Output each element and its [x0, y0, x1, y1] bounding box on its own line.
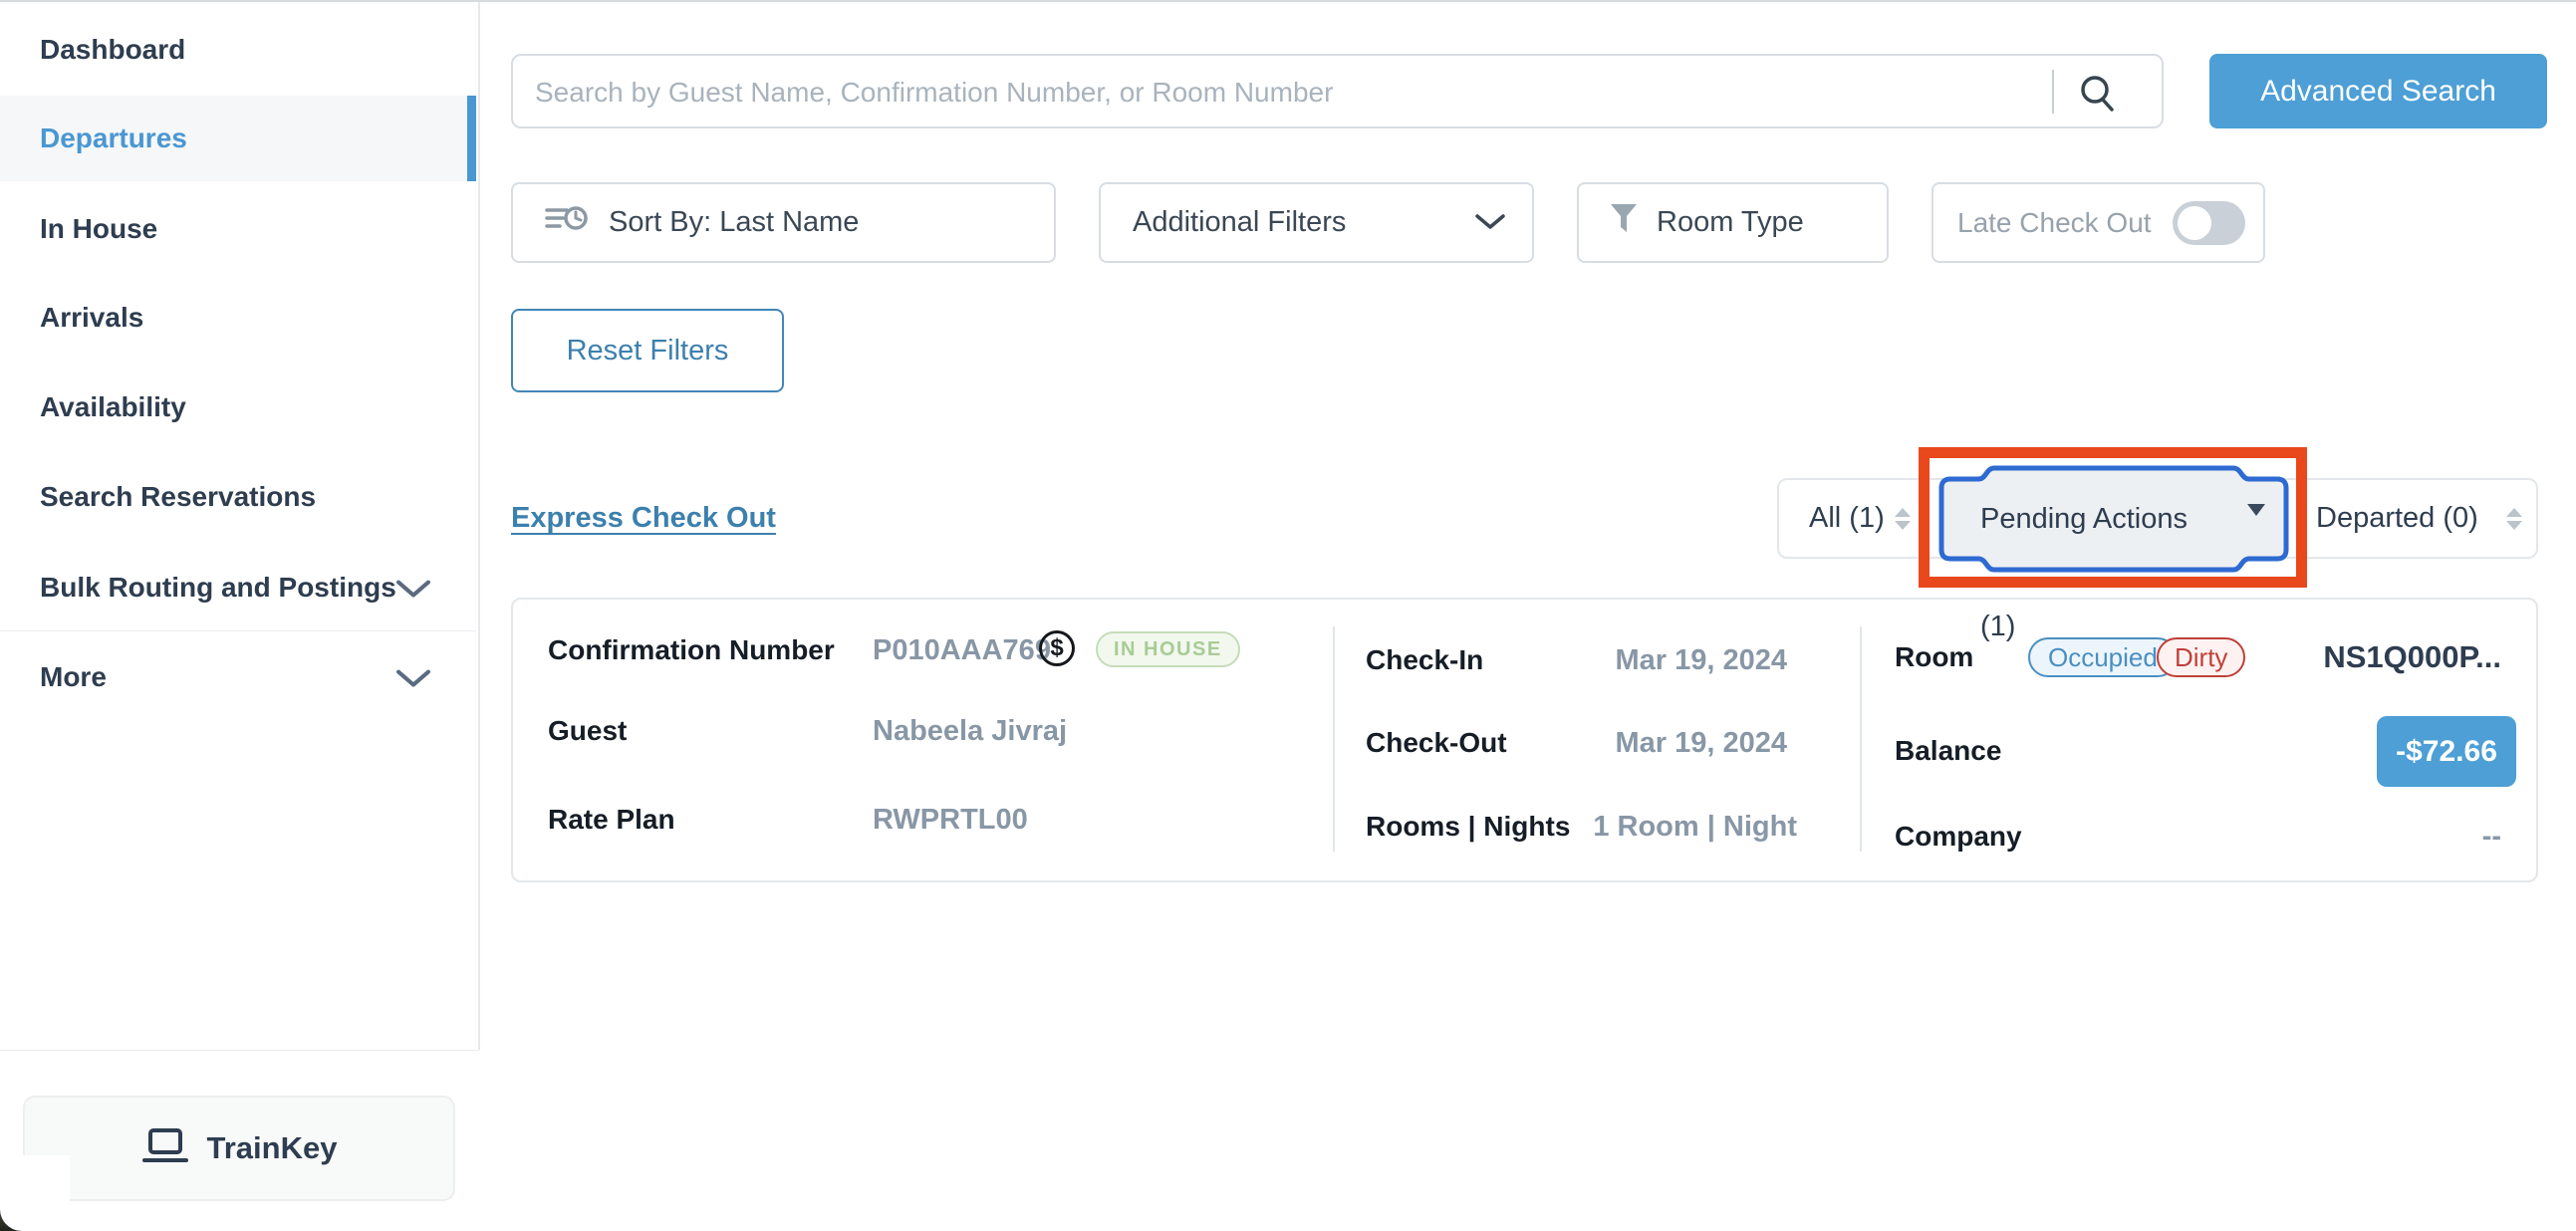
trainkey-label: TrainKey	[207, 1130, 338, 1166]
late-check-out-toggle[interactable]	[2173, 201, 2245, 245]
check-out-value: Mar 19, 2024	[1488, 723, 1787, 763]
reservation-card[interactable]: Confirmation Number P010AAA769 $ IN HOUS…	[511, 598, 2538, 882]
dollar-circle-icon[interactable]: $	[1039, 630, 1075, 666]
card-divider	[1860, 626, 1862, 852]
late-check-out-label: Late Check Out	[1957, 207, 2152, 239]
express-check-out-link[interactable]: Express Check Out	[511, 502, 776, 535]
sidebar-footer-divider	[0, 1050, 478, 1051]
sort-by-button[interactable]: Sort By: Last Name	[511, 182, 1056, 263]
sidebar-item-bulk-routing[interactable]: Bulk Routing and Postings	[0, 545, 476, 630]
guest-value: Nabeela Jivraj	[873, 711, 1067, 751]
check-in-label: Check-In	[1366, 640, 1483, 680]
card-divider	[1333, 626, 1335, 852]
funnel-filter-icon	[1609, 202, 1639, 244]
guest-label: Guest	[548, 711, 627, 751]
sidebar-item-more[interactable]: More	[0, 634, 476, 720]
toggle-knob	[2178, 206, 2211, 240]
sidebar: Dashboard Departures In House Arrivals A…	[0, 2, 480, 1050]
room-type-label: Room Type	[1657, 206, 1804, 239]
dirty-status-badge: Dirty	[2157, 637, 2245, 677]
sidebar-item-label: Bulk Routing and Postings	[40, 572, 396, 604]
search-icon[interactable]	[2076, 72, 2120, 121]
search-input[interactable]	[533, 56, 2011, 128]
additional-filters-dropdown[interactable]: Additional Filters	[1099, 182, 1534, 263]
balance-amount-chip[interactable]: -$72.66	[2377, 716, 2516, 787]
sort-arrows-icon[interactable]	[1895, 508, 1911, 530]
check-in-value: Mar 19, 2024	[1488, 640, 1787, 680]
balance-label: Balance	[1895, 731, 2001, 771]
company-value: --	[2302, 817, 2501, 857]
room-type-button[interactable]: Room Type	[1577, 182, 1889, 263]
sidebar-item-dashboard[interactable]: Dashboard	[0, 7, 476, 93]
caret-down-icon[interactable]	[2247, 504, 2265, 516]
sidebar-item-availability[interactable]: Availability	[0, 365, 476, 450]
sort-arrows-icon[interactable]	[2506, 508, 2522, 530]
sidebar-item-label: Search Reservations	[40, 481, 316, 513]
sidebar-item-label: Arrivals	[40, 302, 143, 334]
chevron-down-icon	[395, 575, 431, 607]
late-check-out-control: Late Check Out	[1932, 182, 2265, 263]
chevron-down-icon	[395, 664, 431, 696]
tab-departed[interactable]: Departed (0)	[2316, 480, 2478, 557]
room-label: Room	[1895, 637, 1973, 677]
sidebar-item-label: Availability	[40, 391, 186, 423]
company-label: Company	[1895, 817, 2022, 857]
confirmation-number-value[interactable]: P010AAA769	[873, 630, 1051, 670]
sidebar-item-label: In House	[40, 213, 157, 245]
additional-filters-label: Additional Filters	[1133, 206, 1346, 239]
sidebar-item-label: Dashboard	[40, 34, 185, 66]
tab-all[interactable]: All (1)	[1809, 480, 1885, 557]
sort-by-time-icon	[545, 203, 589, 243]
sidebar-item-in-house[interactable]: In House	[0, 186, 476, 272]
rate-plan-label: Rate Plan	[548, 800, 675, 840]
sidebar-divider	[0, 630, 476, 631]
in-house-status-badge: IN HOUSE	[1096, 631, 1240, 667]
sort-by-label: Sort By: Last Name	[609, 206, 859, 239]
advanced-search-button[interactable]: Advanced Search	[2209, 54, 2547, 128]
sidebar-item-departures[interactable]: Departures	[0, 96, 476, 181]
check-out-label: Check-Out	[1366, 723, 1507, 763]
rooms-nights-value: 1 Room | Night	[1508, 807, 1797, 847]
sidebar-item-label: Departures	[40, 123, 187, 154]
search-box	[511, 54, 2164, 128]
search-divider	[2052, 70, 2054, 114]
confirmation-number-label: Confirmation Number	[548, 630, 835, 670]
room-number-value[interactable]: NS1Q000P...	[2252, 636, 2501, 678]
occupied-status-badge: Occupied	[2028, 637, 2178, 677]
sidebar-item-label: More	[40, 661, 107, 693]
sidebar-item-arrivals[interactable]: Arrivals	[0, 275, 476, 361]
laptop-icon	[141, 1126, 189, 1171]
rate-plan-value: RWPRTL00	[873, 800, 1028, 840]
sidebar-item-search-reservations[interactable]: Search Reservations	[0, 454, 476, 540]
reset-filters-button[interactable]: Reset Filters	[511, 309, 784, 392]
chevron-down-icon	[1474, 206, 1506, 239]
trainkey-button[interactable]: TrainKey	[23, 1096, 455, 1201]
window-corner-mask	[0, 1155, 70, 1231]
active-indicator-bar	[467, 96, 476, 181]
tab-pending-actions[interactable]: Pending Actions (1)	[1980, 465, 2229, 573]
